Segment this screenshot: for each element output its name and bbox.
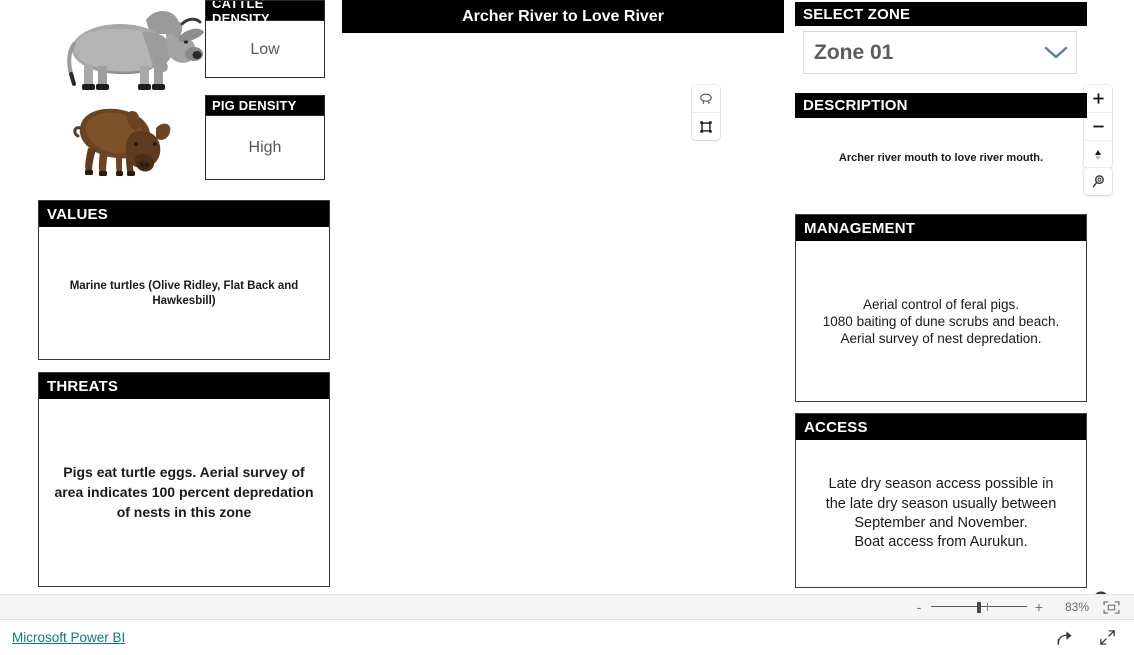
values-text: Marine turtles (Olive Ridley, Flat Back … bbox=[69, 279, 299, 307]
access-line-3: September and November. bbox=[854, 515, 1028, 531]
fullscreen-icon[interactable] bbox=[1099, 629, 1116, 646]
select-zone-value: Zone 01 bbox=[814, 40, 894, 64]
zoom-out-button[interactable] bbox=[1084, 113, 1112, 141]
feral-pig-illustration bbox=[73, 108, 171, 176]
description-header-card: DESCRIPTION bbox=[795, 93, 1087, 118]
threats-card: THREATS Pigs eat turtle eggs. Aerial sur… bbox=[38, 372, 330, 587]
footer-action-icons bbox=[1056, 629, 1116, 646]
box-select-tool[interactable] bbox=[692, 113, 720, 140]
description-body: Archer river mouth to love river mouth. bbox=[795, 118, 1087, 198]
threats-text: Pigs eat turtle eggs. Aerial survey of a… bbox=[54, 464, 314, 520]
zoom-percent-label: 83% bbox=[1064, 600, 1089, 614]
cattle-density-card: CATTLE DENSITY Low bbox=[205, 0, 325, 78]
chevron-down-icon bbox=[1036, 45, 1076, 60]
management-text: Aerial control of feral pigs. 1080 baiti… bbox=[813, 296, 1069, 348]
footer-bar: Microsoft Power BI bbox=[0, 620, 1134, 655]
compass-reset-button[interactable] bbox=[1084, 141, 1112, 168]
pig-density-value: High bbox=[248, 139, 282, 156]
map-zoom-controls bbox=[1084, 85, 1112, 168]
map-search-controls bbox=[1084, 168, 1112, 195]
zoom-in-slider-button[interactable]: + bbox=[1033, 599, 1045, 615]
fit-to-page-button[interactable] bbox=[1103, 600, 1120, 614]
access-line-1: Late dry season access possible in bbox=[828, 476, 1054, 493]
description-text: Archer river mouth to love river mouth. bbox=[838, 151, 1044, 164]
values-title: VALUES bbox=[39, 201, 329, 227]
management-line-2: 1080 baiting of dune scrubs and beach. bbox=[822, 313, 1060, 329]
access-line-2: the late dry season usually between bbox=[825, 495, 1057, 512]
map-title: Archer River to Love River bbox=[342, 0, 784, 33]
map-canvas[interactable] bbox=[342, 33, 1112, 607]
access-text: Late dry season access possible in the l… bbox=[816, 475, 1067, 553]
report-page: CATTLE DENSITY Low PIG DENSITY High VALU… bbox=[0, 0, 1134, 655]
select-zone-title: SELECT ZONE bbox=[795, 2, 1087, 26]
zoom-out-slider-button[interactable]: - bbox=[913, 599, 925, 615]
management-card: MANAGEMENT Aerial control of feral pigs.… bbox=[795, 214, 1087, 402]
zoom-slider-tick bbox=[987, 603, 988, 611]
brahman-bull-illustration bbox=[67, 11, 204, 90]
zoom-slider-track[interactable] bbox=[931, 601, 1027, 613]
share-icon[interactable] bbox=[1056, 629, 1073, 646]
access-card: ACCESS Late dry season access possible i… bbox=[795, 413, 1087, 588]
access-title: ACCESS bbox=[796, 414, 1086, 440]
description-title: DESCRIPTION bbox=[795, 93, 1087, 118]
select-zone-header-card: SELECT ZONE bbox=[795, 2, 1087, 26]
zoom-in-button[interactable] bbox=[1084, 85, 1112, 113]
values-card: VALUES Marine turtles (Olive Ridley, Fla… bbox=[38, 200, 330, 360]
map-select-tools bbox=[692, 85, 720, 140]
access-line-4: Boat access from Aurukun. bbox=[854, 534, 1028, 551]
zoom-slider-thumb[interactable] bbox=[977, 602, 981, 613]
pig-density-title: PIG DENSITY bbox=[206, 96, 324, 116]
lasso-select-tool[interactable] bbox=[692, 85, 720, 113]
select-zone-dropdown[interactable]: Zone 01 bbox=[803, 31, 1077, 74]
cattle-density-title: CATTLE DENSITY bbox=[206, 1, 324, 26]
management-title: MANAGEMENT bbox=[796, 215, 1086, 241]
threats-title: THREATS bbox=[39, 373, 329, 399]
pig-density-card: PIG DENSITY High bbox=[205, 95, 325, 180]
management-line-1: Aerial control of feral pigs. bbox=[862, 296, 1020, 312]
management-line-3: Aerial survey of nest depredation. bbox=[840, 331, 1042, 347]
status-bar: - + 83% bbox=[0, 594, 1134, 620]
map-search-button[interactable] bbox=[1084, 168, 1112, 195]
cattle-density-value: Low bbox=[250, 40, 280, 58]
zoom-slider[interactable]: - + bbox=[913, 599, 1045, 615]
power-bi-link[interactable]: Microsoft Power BI bbox=[12, 630, 125, 645]
